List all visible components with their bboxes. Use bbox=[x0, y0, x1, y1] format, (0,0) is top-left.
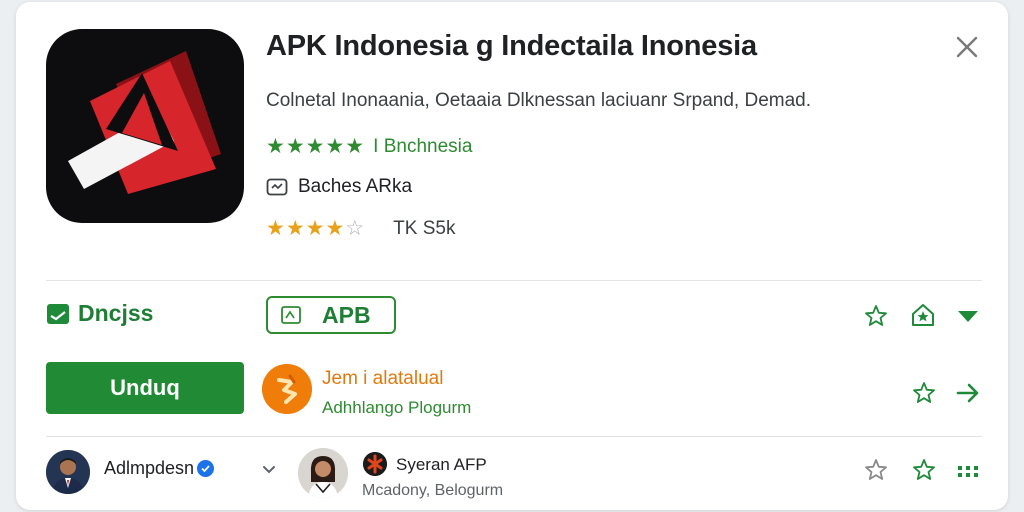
close-icon bbox=[956, 36, 978, 58]
app-title: APK Indonesia g Indectaila Inonesia bbox=[266, 30, 757, 62]
more-options-button[interactable] bbox=[955, 457, 981, 483]
promo-subtitle: Adhhlango Plogurm bbox=[322, 398, 472, 417]
user-star-button[interactable] bbox=[911, 457, 937, 483]
divider bbox=[46, 280, 982, 281]
favorite-button[interactable] bbox=[863, 303, 889, 329]
user-favorite-button[interactable] bbox=[863, 457, 889, 483]
rating-stars-secondary: ★★★★☆ bbox=[266, 217, 366, 240]
promo-favorite-button[interactable] bbox=[911, 380, 937, 406]
secondary-rating-row: ★★★★☆ TK S5k bbox=[266, 216, 455, 241]
verified-icon bbox=[197, 460, 215, 477]
star-icon bbox=[913, 382, 935, 403]
category-label: Dncjss bbox=[78, 300, 154, 326]
rating-stars: ★★★★★ bbox=[266, 135, 366, 158]
user-avatar[interactable] bbox=[46, 450, 90, 494]
star-icon bbox=[865, 305, 887, 326]
user-dropdown-button[interactable] bbox=[258, 460, 280, 480]
apk-chip-label: APB bbox=[322, 301, 371, 328]
developer-rating-row: ★★★★★ I Bnchnesia bbox=[266, 134, 472, 159]
download-size: TK S5k bbox=[393, 217, 456, 239]
app-logo-icon bbox=[46, 29, 244, 223]
download-button[interactable]: Unduq bbox=[46, 362, 244, 414]
home-star-button[interactable] bbox=[910, 302, 936, 328]
promo-title[interactable]: Jem i alatalual bbox=[322, 368, 443, 390]
star-icon bbox=[865, 459, 887, 480]
apk-chip[interactable]: APB bbox=[266, 296, 396, 334]
badge-row: Baches ARka bbox=[266, 176, 412, 198]
chevron-down-icon bbox=[263, 466, 275, 474]
category-row[interactable]: Dncjss bbox=[46, 300, 153, 327]
promo-logo-icon bbox=[262, 364, 312, 414]
more-dots-icon bbox=[958, 466, 978, 477]
house-star-icon bbox=[912, 304, 934, 326]
secondary-logo-icon bbox=[363, 452, 387, 476]
divider bbox=[46, 436, 982, 437]
apk-file-icon bbox=[281, 306, 301, 324]
secondary-subtitle: Mcadony, Belogurm bbox=[362, 482, 504, 499]
close-button[interactable] bbox=[950, 30, 984, 64]
badge-text: Baches ARka bbox=[298, 176, 413, 197]
user-name-text: Adlmpdesn bbox=[104, 458, 195, 478]
app-description: Colnetal Inonaania, Oetaaia Dlknessan la… bbox=[266, 90, 811, 111]
secondary-avatar[interactable] bbox=[298, 448, 348, 498]
promo-open-button[interactable] bbox=[955, 380, 981, 406]
category-icon bbox=[47, 303, 69, 324]
secondary-name[interactable]: Syeran AFP bbox=[396, 455, 487, 475]
triangle-down-icon bbox=[958, 311, 978, 322]
developer-link[interactable]: I Bnchnesia bbox=[373, 136, 472, 158]
star-icon bbox=[913, 459, 935, 480]
arrow-right-icon bbox=[956, 383, 979, 403]
user-name[interactable]: Adlmpdesn bbox=[104, 458, 215, 479]
expand-button[interactable] bbox=[955, 303, 981, 329]
badge-icon bbox=[266, 178, 288, 196]
